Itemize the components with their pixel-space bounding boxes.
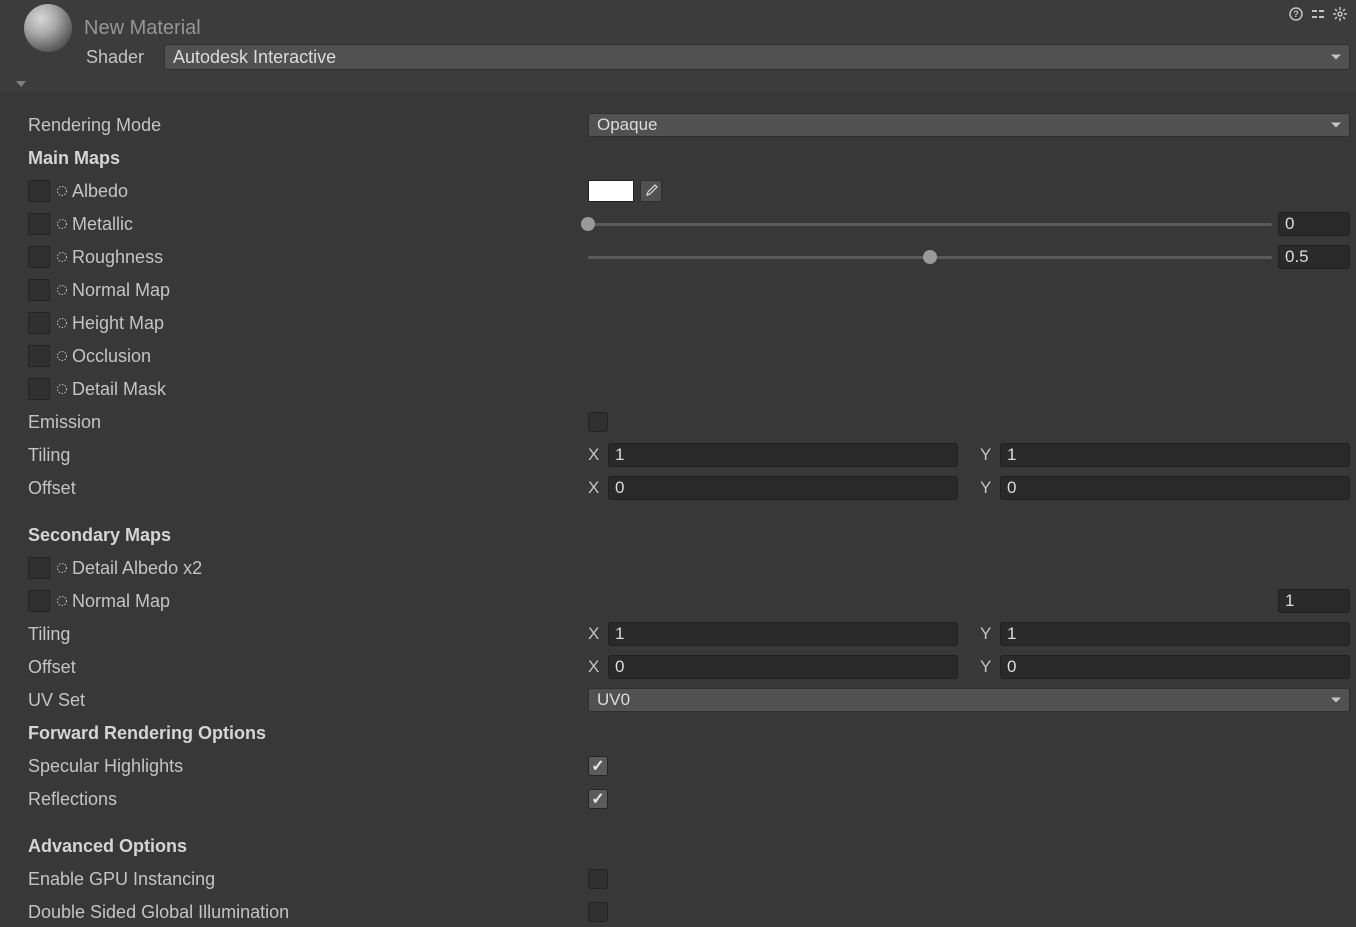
texture-picker-icon[interactable] — [56, 251, 68, 263]
double-sided-gi-label: Double Sided Global Illumination — [28, 902, 289, 923]
gpu-instancing-checkbox[interactable] — [588, 869, 608, 889]
secondary-offset-label: Offset — [28, 657, 76, 678]
metallic-value-input[interactable]: 0 — [1278, 212, 1350, 236]
emission-checkbox[interactable] — [588, 412, 608, 432]
chevron-down-icon — [1331, 698, 1341, 703]
y-axis-label: Y — [980, 657, 994, 677]
secondary-normal-label: Normal Map — [72, 591, 170, 612]
occlusion-label: Occlusion — [72, 346, 151, 367]
metallic-label: Metallic — [72, 214, 133, 235]
svg-text:?: ? — [1293, 9, 1299, 19]
uv-set-label: UV Set — [28, 690, 85, 711]
main-maps-heading: Main Maps — [28, 148, 120, 169]
secondary-normal-value-input[interactable]: 1 — [1278, 589, 1350, 613]
reflections-label: Reflections — [28, 789, 117, 810]
y-axis-label: Y — [980, 445, 994, 465]
secondary-normal-texture-slot[interactable] — [28, 590, 50, 612]
roughness-slider[interactable] — [588, 247, 1272, 267]
uv-set-value: UV0 — [597, 690, 630, 710]
detail-albedo-label: Detail Albedo x2 — [72, 558, 202, 579]
advanced-heading: Advanced Options — [28, 836, 187, 857]
double-sided-gi-checkbox[interactable] — [588, 902, 608, 922]
specular-label: Specular Highlights — [28, 756, 183, 777]
inspector-header: New Material ? Shader Autodesk Interacti… — [0, 0, 1356, 92]
rendering-mode-label: Rendering Mode — [28, 115, 161, 136]
normal-map-label: Normal Map — [72, 280, 170, 301]
tiling-x-input[interactable]: 1 — [608, 443, 958, 467]
shader-label: Shader — [86, 47, 164, 68]
detail-albedo-texture-slot[interactable] — [28, 557, 50, 579]
detail-mask-texture-slot[interactable] — [28, 378, 50, 400]
secondary-tiling-label: Tiling — [28, 624, 70, 645]
normal-map-texture-slot[interactable] — [28, 279, 50, 301]
offset-y-input[interactable]: 0 — [1000, 476, 1350, 500]
texture-picker-icon[interactable] — [56, 284, 68, 296]
metallic-texture-slot[interactable] — [28, 213, 50, 235]
texture-picker-icon[interactable] — [56, 383, 68, 395]
detail-mask-label: Detail Mask — [72, 379, 166, 400]
secondary-offset-x-input[interactable]: 0 — [608, 655, 958, 679]
y-axis-label: Y — [980, 478, 994, 498]
help-icon[interactable]: ? — [1288, 6, 1304, 22]
rendering-mode-value: Opaque — [597, 115, 658, 135]
uv-set-dropdown[interactable]: UV0 — [588, 688, 1350, 712]
offset-label: Offset — [28, 478, 76, 499]
x-axis-label: X — [588, 445, 602, 465]
secondary-offset-y-input[interactable]: 0 — [1000, 655, 1350, 679]
secondary-tiling-y-input[interactable]: 1 — [1000, 622, 1350, 646]
inspector-body: Rendering Mode Opaque Main Maps Albedo — [0, 92, 1356, 927]
x-axis-label: X — [588, 657, 602, 677]
height-map-texture-slot[interactable] — [28, 312, 50, 334]
secondary-tiling-x-input[interactable]: 1 — [608, 622, 958, 646]
shader-dropdown-value: Autodesk Interactive — [173, 47, 336, 68]
albedo-label: Albedo — [72, 181, 128, 202]
emission-label: Emission — [28, 412, 101, 433]
texture-picker-icon[interactable] — [56, 595, 68, 607]
texture-picker-icon[interactable] — [56, 562, 68, 574]
foldout-toggle[interactable] — [16, 81, 26, 87]
shader-dropdown[interactable]: Autodesk Interactive — [164, 44, 1350, 70]
texture-picker-icon[interactable] — [56, 317, 68, 329]
offset-x-input[interactable]: 0 — [608, 476, 958, 500]
forward-heading: Forward Rendering Options — [28, 723, 266, 744]
roughness-texture-slot[interactable] — [28, 246, 50, 268]
rendering-mode-dropdown[interactable]: Opaque — [588, 113, 1350, 137]
y-axis-label: Y — [980, 624, 994, 644]
eyedropper-icon[interactable] — [640, 180, 662, 202]
texture-picker-icon[interactable] — [56, 185, 68, 197]
secondary-maps-heading: Secondary Maps — [28, 525, 171, 546]
albedo-texture-slot[interactable] — [28, 180, 50, 202]
preset-icon[interactable] — [1310, 6, 1326, 22]
occlusion-texture-slot[interactable] — [28, 345, 50, 367]
chevron-down-icon — [1331, 55, 1341, 60]
gpu-instancing-label: Enable GPU Instancing — [28, 869, 215, 890]
material-preview-sphere[interactable] — [24, 4, 72, 52]
texture-picker-icon[interactable] — [56, 218, 68, 230]
roughness-value-input[interactable]: 0.5 — [1278, 245, 1350, 269]
metallic-slider[interactable] — [588, 214, 1272, 234]
x-axis-label: X — [588, 624, 602, 644]
texture-picker-icon[interactable] — [56, 350, 68, 362]
roughness-label: Roughness — [72, 247, 163, 268]
tiling-label: Tiling — [28, 445, 70, 466]
x-axis-label: X — [588, 478, 602, 498]
tiling-y-input[interactable]: 1 — [1000, 443, 1350, 467]
reflections-checkbox[interactable] — [588, 789, 608, 809]
height-map-label: Height Map — [72, 313, 164, 334]
material-title: New Material — [84, 17, 201, 40]
albedo-color-swatch[interactable] — [588, 180, 634, 202]
gear-icon[interactable] — [1332, 6, 1348, 22]
chevron-down-icon — [1331, 123, 1341, 128]
specular-checkbox[interactable] — [588, 756, 608, 776]
